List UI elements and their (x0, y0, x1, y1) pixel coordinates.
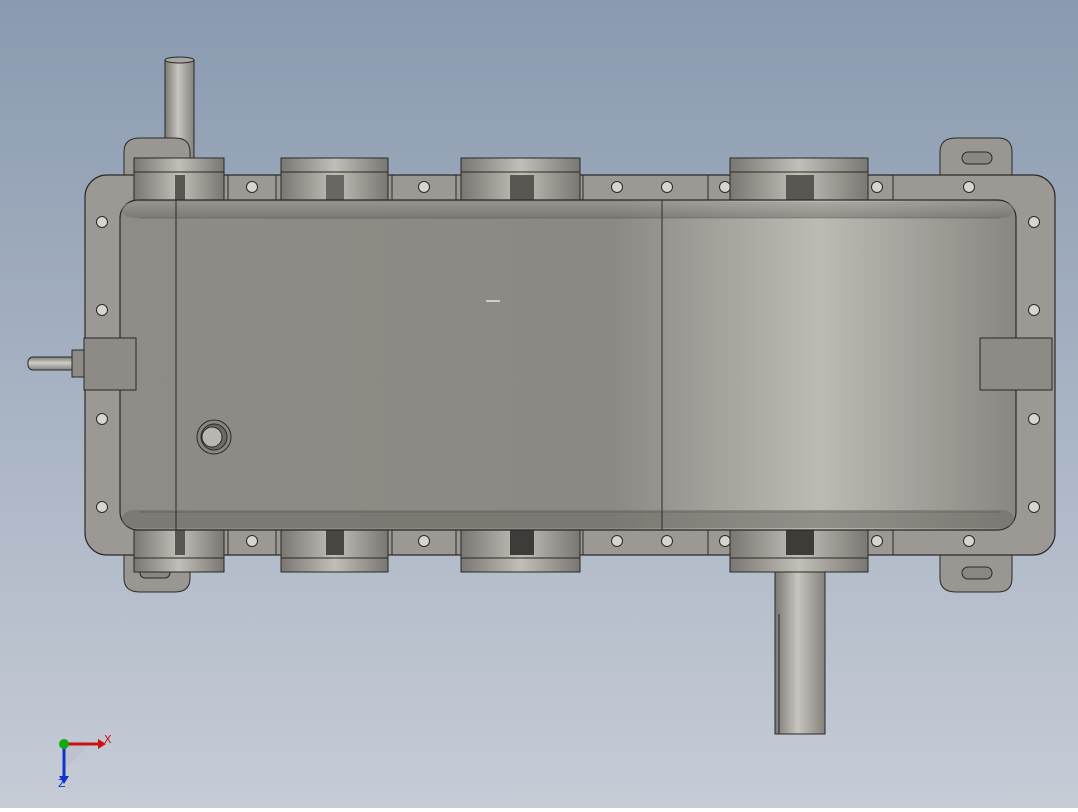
output-shaft-bottom[interactable] (774, 567, 826, 735)
x-axis-label: X (104, 733, 112, 746)
side-boss-right (979, 337, 1053, 391)
bearing-cap-top-1[interactable] (133, 157, 225, 203)
y-axis-marker (59, 739, 69, 749)
bearing-cap-bottom-3[interactable] (460, 527, 581, 573)
graphics-viewport[interactable]: X Z (0, 0, 1078, 808)
bearing-cap-top-2[interactable] (280, 157, 389, 203)
bearing-cap-bottom-4[interactable] (729, 527, 869, 573)
bearing-cap-bottom-1[interactable] (133, 527, 225, 573)
bearing-cap-bottom-2[interactable] (280, 527, 389, 573)
model-canvas[interactable] (0, 0, 1078, 808)
bearing-cap-top-3[interactable] (460, 157, 581, 203)
bearing-cap-top-4[interactable] (729, 157, 869, 203)
housing-cover[interactable] (119, 199, 1017, 531)
side-boss-left (83, 337, 137, 391)
z-axis-label: Z (58, 777, 66, 790)
oil-plug[interactable] (196, 419, 232, 455)
